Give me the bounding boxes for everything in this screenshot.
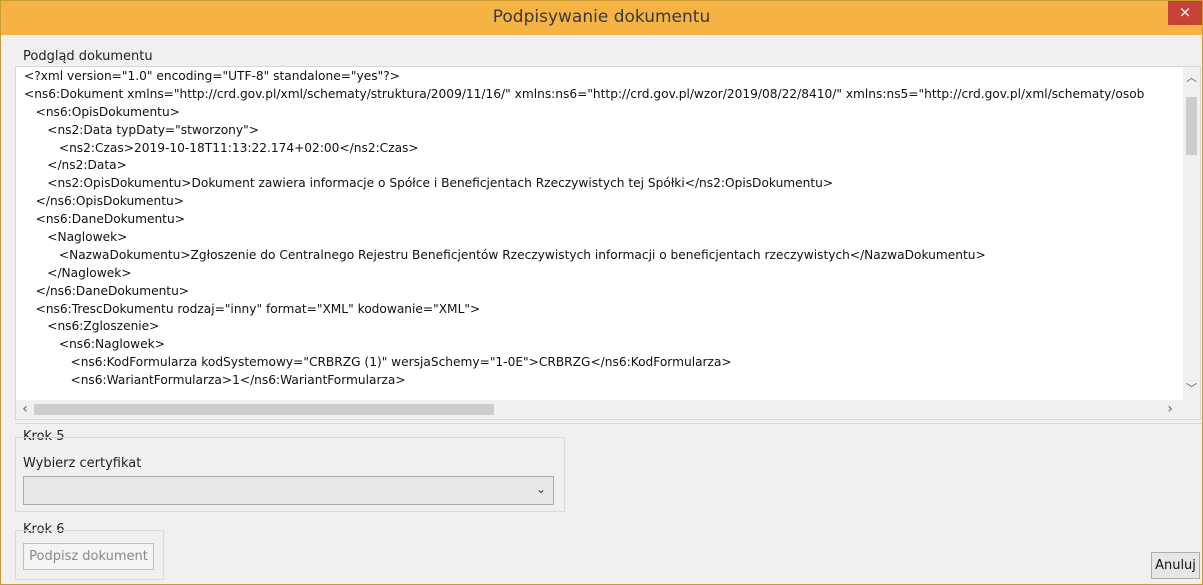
scroll-down-icon[interactable]: ﹀ xyxy=(1183,380,1200,397)
xml-line: </Naglowek> xyxy=(24,265,132,280)
xml-line: <ns2:Data typDaty="stworzony"> xyxy=(24,122,259,137)
xml-content[interactable]: <?xml version="1.0" encoding="UTF-8" sta… xyxy=(17,68,1184,399)
certificate-select-label: Wybierz certyfikat xyxy=(23,456,142,471)
window-title: Podpisywanie dokumentu xyxy=(492,7,711,27)
xml-line: <ns6:WariantFormularza>1</ns6:WariantFor… xyxy=(24,373,406,388)
xml-line: <ns6:Dokument xmlns="http://crd.gov.pl/x… xyxy=(24,86,1145,101)
horizontal-scroll-thumb[interactable] xyxy=(34,404,494,415)
sign-document-button[interactable]: Podpisz dokument xyxy=(23,543,154,570)
document-preview[interactable]: <?xml version="1.0" encoding="UTF-8" sta… xyxy=(15,66,1201,420)
scroll-right-icon[interactable]: › xyxy=(1161,400,1179,419)
scroll-left-icon[interactable]: ‹ xyxy=(16,400,34,419)
preview-label: Podgląd dokumentu xyxy=(23,49,153,64)
cancel-button[interactable]: Anuluj xyxy=(1151,552,1200,579)
xml-line: </ns6:DaneDokumentu> xyxy=(24,283,190,298)
xml-line: <ns6:TrescDokumentu rodzaj="inny" format… xyxy=(24,301,481,316)
close-button[interactable]: × xyxy=(1168,1,1202,25)
scroll-up-icon[interactable]: ︿ xyxy=(1183,69,1200,86)
xml-line: <ns6:OpisDokumentu> xyxy=(24,104,180,119)
horizontal-scrollbar[interactable]: ‹ › xyxy=(16,400,1200,419)
vertical-scrollbar[interactable]: ︿ ﹀ xyxy=(1183,67,1200,400)
xml-line: <ns2:Czas>2019-10-18T11:13:22.174+02:00<… xyxy=(24,140,419,155)
vertical-scroll-thumb[interactable] xyxy=(1186,97,1197,155)
xml-line: <ns6:DaneDokumentu> xyxy=(24,212,185,227)
xml-line: <ns6:Naglowek> xyxy=(24,337,165,352)
xml-line: </ns2:Data> xyxy=(24,158,127,173)
chevron-down-icon[interactable]: ⌄ xyxy=(536,482,546,496)
xml-line: <NazwaDokumentu>Zgłoszenie do Centralneg… xyxy=(24,247,986,262)
close-icon: × xyxy=(1178,3,1192,21)
divider xyxy=(15,423,1202,424)
xml-line: <ns2:OpisDokumentu>Dokument zawiera info… xyxy=(24,176,834,191)
sign-document-dialog: Podpisywanie dokumentu × Podgląd dokumen… xyxy=(0,0,1203,585)
xml-line: <ns6:KodFormularza kodSystemowy="CRBRZG … xyxy=(24,355,732,370)
xml-line: <?xml version="1.0" encoding="UTF-8" sta… xyxy=(24,69,400,83)
certificate-select[interactable]: ⌄ xyxy=(23,476,554,505)
xml-line: </ns6:OpisDokumentu> xyxy=(24,194,184,209)
title-bar[interactable]: Podpisywanie dokumentu × xyxy=(1,1,1202,35)
xml-line: <ns6:Zgloszenie> xyxy=(24,319,160,334)
xml-line: <Naglowek> xyxy=(24,230,128,245)
